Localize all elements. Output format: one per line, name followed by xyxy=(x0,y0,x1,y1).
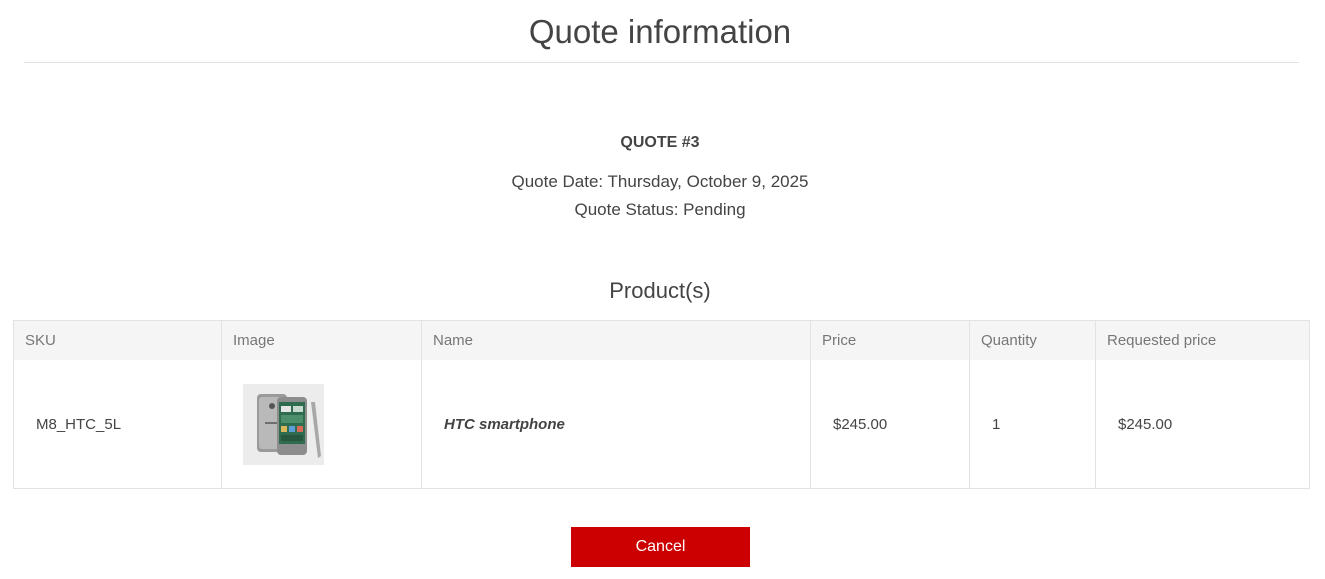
products-table: SKU Image Name Price Quantity Requested … xyxy=(13,320,1310,489)
quote-status: Quote Status: Pending xyxy=(574,200,746,219)
table-row: M8_HTC_5L HTC smartphone $245.00 1 $245.… xyxy=(13,360,1310,489)
product-name-cell: HTC smartphone xyxy=(421,360,811,489)
title-divider xyxy=(24,62,1299,63)
phone-thumbnail-image xyxy=(243,383,324,465)
table-header-row: SKU Image Name Price Quantity Requested … xyxy=(13,320,1310,360)
product-requested-price: $245.00 xyxy=(1095,360,1310,489)
product-price: $245.00 xyxy=(810,360,970,489)
column-header-requested-price: Requested price xyxy=(1095,320,1310,360)
column-header-name: Name xyxy=(421,320,811,360)
product-sku: M8_HTC_5L xyxy=(13,360,222,489)
quote-date: Quote Date: Thursday, October 9, 2025 xyxy=(511,172,809,191)
product-name: HTC smartphone xyxy=(444,415,565,433)
product-image-cell xyxy=(221,360,422,489)
column-header-sku: SKU xyxy=(13,320,222,360)
quote-information-page: Quote information QUOTE #3 Quote Date: T… xyxy=(0,0,1325,579)
product-quantity: 1 xyxy=(969,360,1096,489)
column-header-price: Price xyxy=(810,320,970,360)
quote-number: QUOTE #3 xyxy=(620,134,700,151)
products-section-title: Product(s) xyxy=(609,278,711,303)
column-header-quantity: Quantity xyxy=(969,320,1096,360)
cancel-button[interactable]: Cancel xyxy=(571,527,750,567)
column-header-image: Image xyxy=(221,320,422,360)
page-title: Quote information xyxy=(528,13,792,50)
